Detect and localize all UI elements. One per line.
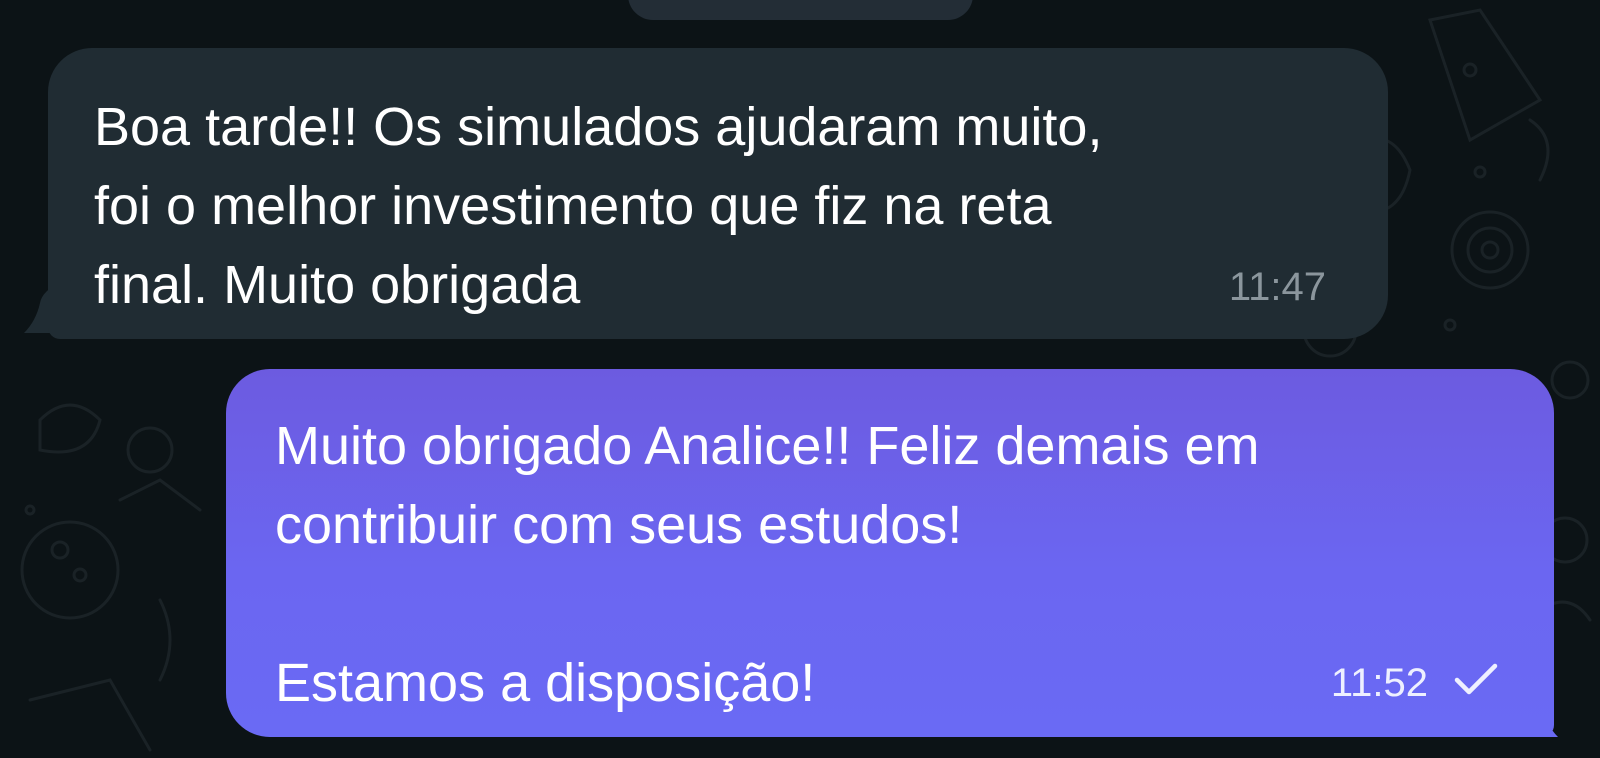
outgoing-message-text: Muito obrigado Analice!! Feliz demais em… (275, 416, 1260, 713)
check-icon (1454, 662, 1498, 703)
outgoing-message-bubble[interactable]: Muito obrigado Analice!! Feliz demais em… (226, 369, 1554, 737)
message-meta: 11:47 (1229, 267, 1326, 307)
incoming-message-bubble[interactable]: Boa tarde!! Os simulados ajudaram muito,… (48, 48, 1388, 339)
message-timestamp: 11:47 (1228, 265, 1326, 309)
message-timestamp: 11:52 (1330, 660, 1428, 705)
incoming-message-text: Boa tarde!! Os simulados ajudaram muito,… (94, 97, 1103, 315)
message-meta: 11:52 (1331, 662, 1498, 703)
date-chip (628, 0, 973, 20)
